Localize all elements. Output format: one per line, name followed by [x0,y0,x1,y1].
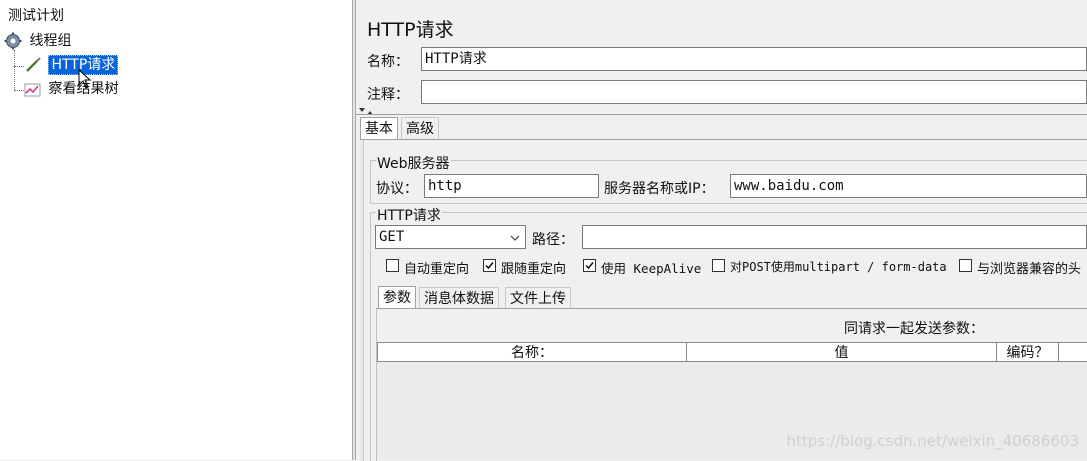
tree-node-http-request[interactable]: HTTP请求 [24,55,119,75]
tree-node-view-results[interactable]: 察看结果树 [24,79,118,99]
tree-connector [14,90,24,91]
option-label: 跟随重定向 [501,262,567,277]
method-value: GET [379,229,405,245]
server-input[interactable]: www.baidu.com [730,174,1087,198]
server-label: 服务器名称或IP： [604,181,715,197]
option-label: 对POST使用multipart / form-data [730,260,947,274]
tree-node-label: 测试计划 [8,8,64,24]
http-request-group-title: HTTP请求 [376,205,442,225]
name-input[interactable]: HTTP请求 [421,47,1087,71]
checkbox-keepalive[interactable] [583,259,596,272]
option-label: 与浏览器兼容的头 [977,262,1082,277]
checkbox-follow-redirect[interactable] [483,259,496,272]
option-label: 自动重定向 [404,262,470,277]
column-header-value[interactable]: 值 [686,342,997,362]
gear-icon [4,32,22,50]
parameters-caption: 同请求一起发送参数： [844,321,984,337]
column-header-name[interactable]: 名称： [377,342,687,362]
tree-connector [14,50,15,90]
comment-label: 注释： [367,87,409,103]
tree-node-label: 线程组 [29,33,72,49]
pipette-icon [26,57,41,72]
http-request-panel: HTTP请求 名称： HTTP请求 注释： 基本 高级 Web服务器 协议： h… [356,0,1087,461]
tab-body-data[interactable]: 消息体数据 [419,287,499,309]
path-label: 路径： [532,232,574,248]
tab-parameters[interactable]: 参数 [378,286,416,308]
tree-node-thread-group[interactable]: 线程组 [4,31,71,51]
tree-node-test-plan[interactable]: 测试计划 [8,6,64,26]
column-header-filler [1058,342,1087,362]
tree-node-label: 察看结果树 [48,81,119,97]
checkbox-auto-redirect[interactable] [386,259,399,272]
name-label: 名称： [367,54,409,70]
checkbox-multipart[interactable] [712,259,725,272]
divider [356,114,1087,115]
tab-advanced[interactable]: 高级 [401,117,439,139]
comment-input[interactable] [421,80,1087,104]
tree-connector [14,66,24,67]
column-header-encode[interactable]: 编码？ [996,342,1059,362]
chevron-down-icon [510,235,520,241]
method-select[interactable]: GET [375,225,526,249]
tab-basic[interactable]: 基本 [360,117,398,139]
option-label: 使用 KeepAlive [601,261,702,276]
protocol-label: 协议： [376,181,418,197]
web-server-group-title: Web服务器 [376,153,451,173]
check-icon [585,262,594,270]
test-plan-tree[interactable]: 测试计划 线程组 HTTP请求 察看结果树 [0,0,352,460]
protocol-input[interactable]: http [424,174,599,198]
page-title: HTTP请求 [367,19,454,41]
checkbox-browser-compatible[interactable] [959,259,972,272]
check-icon [485,262,494,270]
chart-icon [24,83,41,97]
tab-file-upload[interactable]: 文件上传 [505,287,571,309]
watermark: https://blog.csdn.net/weixin_40686603 [786,432,1079,450]
path-input[interactable] [582,225,1087,249]
